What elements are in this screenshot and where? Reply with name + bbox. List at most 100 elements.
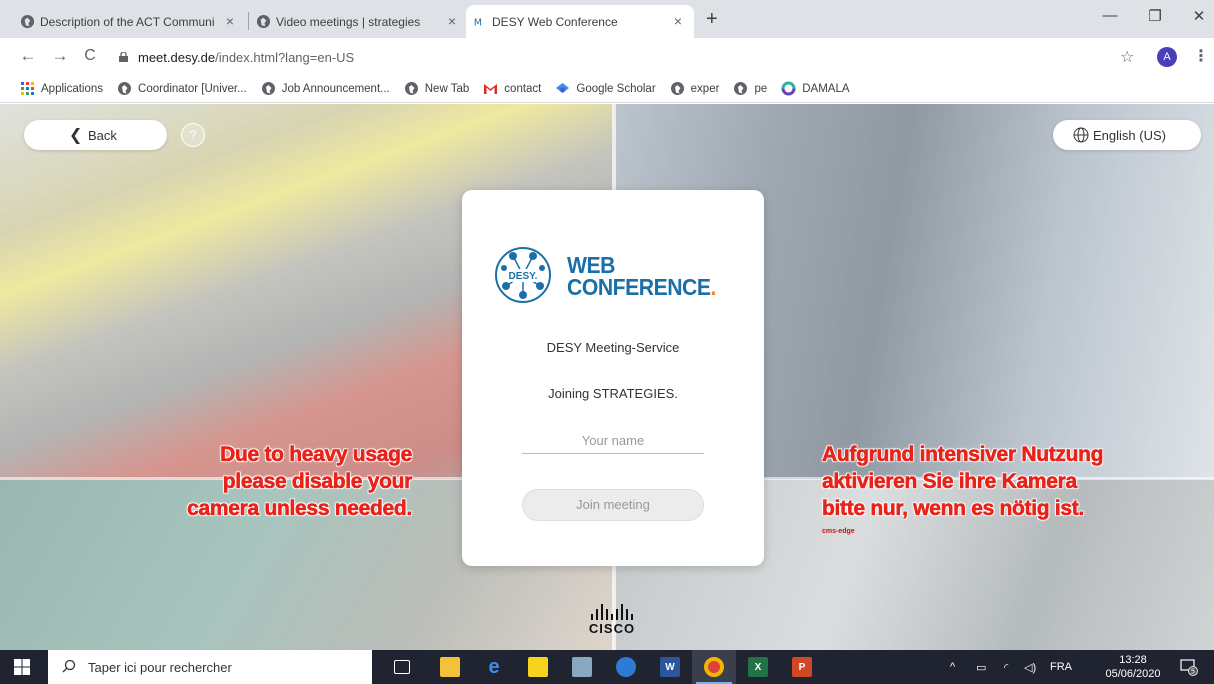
bookmark-coordinator[interactable]: Coordinator [Univer... [117, 81, 247, 96]
file-explorer-icon[interactable] [428, 650, 472, 684]
globe-favicon-icon [256, 14, 271, 29]
help-icon[interactable]: ? [181, 123, 205, 147]
warning-line: bitte nur, wenn es nötig ist. [822, 497, 1085, 521]
logo-badge-text: DESY. [509, 271, 538, 282]
logo-line: WEB [567, 252, 615, 278]
bookmark-new-tab[interactable]: New Tab [404, 81, 470, 96]
tab-desy-web-conference[interactable]: M DESY Web Conference × [466, 5, 694, 38]
conference-page: ❮ Back ? English (US) Due to heavy usage… [0, 104, 1214, 650]
volume-icon[interactable]: ◁) [1024, 650, 1036, 684]
service-name: DESY Meeting-Service [546, 340, 680, 355]
bookmark-exper[interactable]: exper [670, 81, 720, 96]
name-input[interactable] [522, 428, 704, 454]
restore-button[interactable]: ❐ [1143, 7, 1167, 25]
tab-separator [248, 12, 249, 30]
address-bar[interactable]: meet.desy.de/index.html?lang=en-US [138, 50, 354, 65]
tab-title: Description of the ACT Communi [40, 14, 215, 29]
new-tab-button[interactable]: + [706, 9, 718, 29]
tab-act-community[interactable]: Description of the ACT Communi × [14, 5, 246, 38]
clock-time: 13:28 [1119, 654, 1147, 666]
bookmark-label: exper [690, 82, 720, 95]
browser-toolbar: ← → C meet.desy.de/index.html?lang=en-US… [0, 38, 1214, 75]
tab-close-icon[interactable]: × [670, 13, 686, 29]
join-meeting-button[interactable]: Join meeting [522, 489, 704, 521]
battery-icon[interactable]: ▭ [976, 650, 986, 684]
url-path: /index.html?lang=en-US [215, 50, 355, 65]
tab-video-meetings[interactable]: Video meetings | strategies × [250, 5, 468, 38]
notification-center-icon[interactable]: 5 [1180, 658, 1198, 676]
bookmark-label: contact [504, 82, 542, 95]
clock[interactable]: 13:28 05/06/2020 [1104, 653, 1162, 681]
globe-icon [404, 82, 418, 95]
bookmark-damala[interactable]: DAMALA [781, 81, 850, 96]
tray-overflow-icon[interactable]: ^ [950, 650, 955, 684]
server-tag: cms-edge [822, 528, 855, 535]
snipping-tool-icon[interactable] [560, 650, 604, 684]
web-conference-logo: WEB CONFERENCE. [567, 252, 717, 300]
tab-close-icon[interactable]: × [444, 13, 460, 29]
taskbar-search[interactable]: Taper ici pour rechercher [48, 650, 372, 684]
warning-line: please disable your [222, 470, 412, 494]
globe-favicon-icon [20, 14, 35, 29]
notification-count: 5 [1191, 668, 1195, 676]
warning-english: Due to heavy usage please disable your c… [187, 441, 413, 522]
sticky-notes-icon[interactable] [516, 650, 560, 684]
task-view-icon[interactable] [380, 650, 424, 684]
scholar-icon [556, 83, 570, 93]
back-arrow-icon[interactable]: ← [18, 47, 38, 65]
bookmark-pe[interactable]: pe [733, 81, 767, 96]
gmail-icon [484, 84, 498, 94]
bookmark-label: New Tab [424, 82, 470, 95]
excel-icon[interactable]: X [736, 650, 780, 684]
tab-title: DESY Web Conference [492, 14, 618, 29]
powerpoint-icon[interactable]: P [780, 650, 824, 684]
cisco-logo: CISCO [582, 604, 642, 636]
chevron-left-icon: ❮ [69, 127, 83, 144]
cisco-bars-icon [582, 604, 642, 620]
profile-avatar[interactable]: A [1157, 47, 1177, 67]
bookmarks-bar: Applications Coordinator [Univer... Job … [0, 75, 1214, 103]
bookmark-star-icon[interactable]: ☆ [1120, 47, 1134, 67]
bookmark-label: DAMALA [802, 82, 850, 95]
wifi-icon[interactable]: ◜ [1004, 650, 1008, 684]
logo-dot: . [710, 274, 717, 300]
damala-icon [781, 81, 796, 96]
tab-strip: Description of the ACT Communi × Video m… [0, 0, 1214, 38]
globe-icon [118, 82, 132, 95]
bookmark-label: Google Scholar [576, 82, 656, 95]
tab-title: Video meetings | strategies [276, 14, 421, 29]
forward-arrow-icon[interactable]: → [50, 47, 70, 65]
globe-icon [670, 82, 684, 95]
svg-text:M: M [474, 17, 482, 28]
lock-icon[interactable] [119, 52, 128, 62]
input-language[interactable]: FRA [1050, 650, 1072, 684]
close-window-button[interactable]: ✕ [1187, 7, 1211, 25]
tab-close-icon[interactable]: × [222, 13, 238, 29]
logo-line: CONFERENCE. [567, 274, 717, 300]
language-selector[interactable]: English (US) [1053, 120, 1201, 150]
browser-menu-icon[interactable]: ⋮ [1193, 46, 1209, 66]
join-card: DESY. WEB CONFERENCE. DESY Meeting-Servi… [462, 190, 764, 566]
bookmark-label: Job Announcement... [281, 82, 390, 95]
bookmark-contact[interactable]: contact [483, 81, 541, 96]
minimize-button[interactable]: — [1098, 7, 1122, 24]
cisco-wordmark: CISCO [588, 621, 636, 636]
back-button[interactable]: ❮ Back [24, 120, 167, 150]
clock-date: 05/06/2020 [1105, 668, 1161, 680]
bookmark-job-announcement[interactable]: Job Announcement... [261, 81, 390, 96]
windows-taskbar: Taper ici pour rechercher e W X P ^ ▭ ◜ … [0, 650, 1214, 684]
bookmark-label: pe [754, 82, 768, 95]
chrome-icon[interactable] [692, 650, 736, 684]
edge-browser-icon[interactable]: e [472, 650, 516, 684]
reload-icon[interactable]: C [80, 47, 100, 65]
word-icon[interactable]: W [648, 650, 692, 684]
bookmark-applications[interactable]: Applications [20, 81, 103, 96]
language-label: English (US) [1093, 127, 1166, 143]
search-placeholder: Taper ici pour rechercher [88, 659, 232, 675]
bookmark-google-scholar[interactable]: Google Scholar [555, 81, 656, 96]
warning-line: Aufgrund intensiver Nutzung [822, 443, 1104, 467]
desy-favicon-icon: M [474, 17, 482, 28]
windows-start-icon[interactable] [14, 659, 30, 675]
globe-icon [1073, 127, 1089, 143]
mail-app-icon[interactable] [604, 650, 648, 684]
